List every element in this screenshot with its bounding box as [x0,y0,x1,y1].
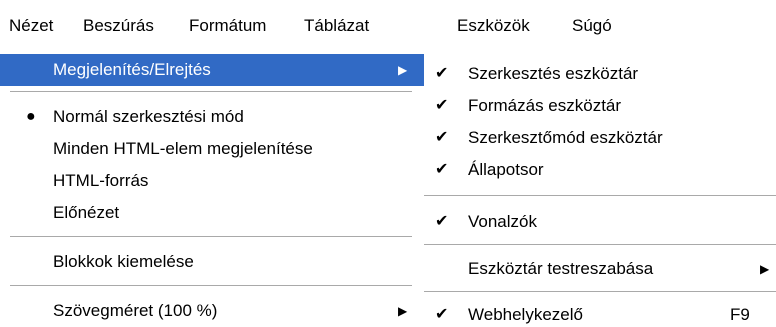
menu-separator [424,244,776,248]
menu-item-show-all-html-label: Minden HTML-elem megjelenítése [53,139,313,158]
menu-separator [10,285,412,289]
checkmark-icon: ✔ [435,129,449,146]
menu-separator [10,91,412,95]
menu-item-html-source-label: HTML-forrás [53,171,149,190]
menu-item-text-size[interactable]: Szövegméret (100 %) ▶ [0,295,424,327]
menu-sugo-label: Súgó [572,16,612,35]
submenu-arrow-icon: ▶ [398,304,408,318]
menu-item-normal-editing-label: Normál szerkesztési mód [53,107,244,126]
checkmark-icon: ✔ [435,306,449,323]
submenu-item-rulers[interactable]: ✔ Vonalzók [424,206,776,238]
menu-tablazat-label: Táblázat [304,16,370,35]
menu-item-normal-editing[interactable]: ● Normál szerkesztési mód [0,101,424,133]
menu-item-html-source[interactable]: HTML-forrás [0,165,424,197]
menu-item-show-all-html[interactable]: Minden HTML-elem megjelenítése [0,133,424,165]
menu-separator [424,291,776,295]
checkmark-icon: ✔ [435,161,449,178]
submenu-item-editing-toolbar[interactable]: ✔ Szerkesztés eszköztár [424,58,776,90]
submenu-item-editmode-toolbar[interactable]: ✔ Szerkesztőmód eszköztár [424,122,776,154]
submenu-item-site-manager[interactable]: ✔ Webhelykezelő F9 [424,299,776,327]
radio-bullet-icon: ● [26,108,36,125]
submenu-item-editing-toolbar-label: Szerkesztés eszköztár [468,64,639,83]
menu-item-preview[interactable]: Előnézet [0,197,424,229]
checkmark-icon: ✔ [435,213,449,230]
menu-item-text-size-label: Szövegméret (100 %) [53,301,218,320]
submenu-item-formatting-toolbar-label: Formázás eszköztár [468,96,622,115]
show-hide-submenu: ✔ Szerkesztés eszköztár ✔ Formázás eszkö… [424,48,776,327]
submenu-arrow-icon: ▶ [398,63,408,77]
checkmark-icon: ✔ [435,97,449,114]
menu-nezet-label: Nézet [9,16,54,35]
checkmark-icon: ✔ [435,65,449,82]
menu-separator [10,236,412,240]
submenu-item-rulers-label: Vonalzók [468,212,537,231]
menu-beszuras-label: Beszúrás [83,16,154,35]
submenu-item-status-bar[interactable]: ✔ Állapotsor [424,154,776,186]
menu-formatum[interactable]: Formátum [189,14,266,38]
shortcut-f9: F9 [730,305,750,324]
menu-item-show-hide-label: Megjelenítés/Elrejtés [53,60,211,79]
menu-item-highlight-blocks-label: Blokkok kiemelése [53,252,194,271]
menu-bar: Nézet Beszúrás Formátum Táblázat Eszközö… [0,0,776,48]
menu-separator [424,195,776,199]
menu-eszkozok[interactable]: Eszközök [457,14,530,38]
submenu-item-formatting-toolbar[interactable]: ✔ Formázás eszköztár [424,90,776,122]
submenu-arrow-icon: ▶ [760,262,770,276]
menu-item-highlight-blocks[interactable]: Blokkok kiemelése [0,246,424,278]
menu-beszuras[interactable]: Beszúrás [83,14,154,38]
menu-tablazat[interactable]: Táblázat [304,14,369,38]
menu-formatum-label: Formátum [189,16,267,35]
menu-nezet[interactable]: Nézet [9,14,53,38]
menu-item-show-hide[interactable]: Megjelenítés/Elrejtés ▶ [0,54,424,86]
menu-eszkozok-label: Eszközök [457,16,530,35]
submenu-item-customize-toolbar-label: Eszköztár testreszabása [468,259,654,278]
submenu-item-site-manager-label: Webhelykezelő [468,305,583,324]
submenu-item-status-bar-label: Állapotsor [468,160,544,179]
view-menu-dropdown: Megjelenítés/Elrejtés ▶ ● Normál szerkes… [0,48,425,327]
menu-item-preview-label: Előnézet [53,203,120,222]
submenu-item-customize-toolbar[interactable]: Eszköztár testreszabása ▶ [424,253,776,285]
submenu-item-editmode-toolbar-label: Szerkesztőmód eszköztár [468,128,663,147]
menu-sugo[interactable]: Súgó [572,14,612,38]
